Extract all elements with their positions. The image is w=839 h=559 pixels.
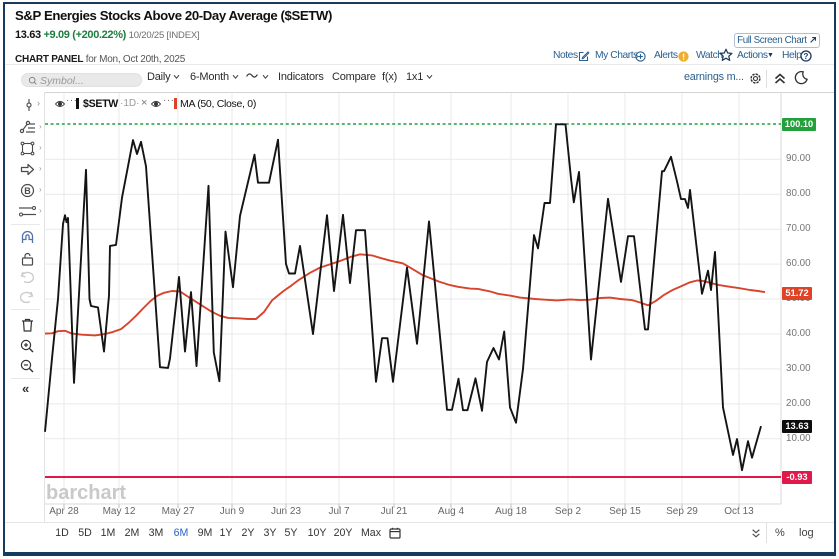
svg-text:?: ?: [804, 52, 809, 61]
